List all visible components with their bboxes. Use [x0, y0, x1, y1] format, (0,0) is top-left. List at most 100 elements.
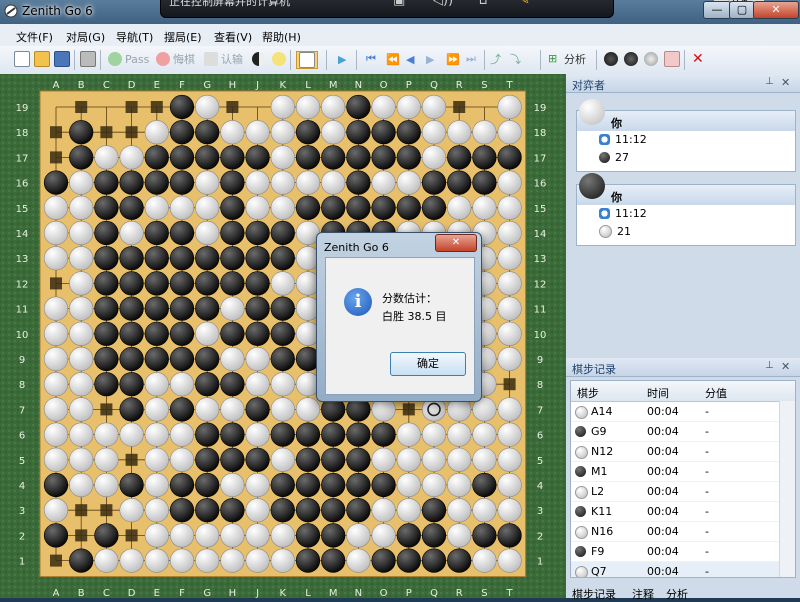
column-label: K [280, 588, 287, 598]
open-folder-icon[interactable] [34, 51, 50, 67]
ok-button[interactable]: 确定 [390, 352, 466, 376]
white-stone [69, 170, 94, 195]
row-label: 7 [19, 405, 25, 416]
branch-down-icon[interactable]: ⤵ [510, 51, 521, 67]
white-stone [245, 472, 270, 498]
fast-back-icon[interactable]: ⏪ [386, 51, 400, 67]
menu-view[interactable]: 查看(V) [214, 29, 252, 45]
move-row[interactable]: N12 00:04 - [571, 442, 795, 462]
column-label: D [128, 588, 136, 598]
row-label: 11 [534, 305, 547, 316]
score-icon[interactable] [252, 51, 266, 67]
stones-icon[interactable] [604, 51, 618, 67]
pen-icon[interactable]: ✎ [519, 0, 530, 8]
forward-icon[interactable]: ▶ [426, 51, 434, 67]
fast-forward-icon[interactable]: ⏩ [446, 51, 460, 67]
white-stone [270, 170, 295, 195]
move-row[interactable]: F9 00:04 - [571, 542, 795, 562]
black-territory-marker [100, 126, 113, 139]
col-move[interactable]: 棋步 [577, 385, 599, 401]
black-stone [321, 548, 346, 573]
maximize-button[interactable]: ▢ [729, 1, 755, 19]
white-stone [43, 346, 69, 372]
move-row[interactable]: K11 00:04 - [571, 502, 795, 522]
menu-edit[interactable]: 摆局(E) [164, 29, 202, 45]
black-stone [295, 548, 321, 573]
white-stone [295, 397, 321, 422]
black-stone [270, 321, 295, 346]
eraser-icon[interactable] [664, 51, 680, 67]
pane-close-icon[interactable]: ✕ [781, 76, 790, 89]
tab-analysis[interactable]: 分析 [666, 586, 688, 602]
menu-game[interactable]: 对局(G) [66, 29, 105, 45]
white-stone [195, 94, 220, 120]
row-label: 9 [537, 355, 543, 366]
player-time: 11:12 [615, 133, 647, 146]
delete-icon[interactable]: ✕ [692, 51, 704, 67]
menu-file[interactable]: 文件(F) [16, 29, 53, 45]
new-file-icon[interactable] [14, 51, 30, 67]
hint-icon[interactable] [272, 51, 286, 67]
menu-navigate[interactable]: 导航(T) [116, 29, 153, 45]
app-logo-icon [4, 4, 18, 18]
save-icon[interactable] [54, 51, 70, 67]
white-stone [43, 296, 69, 321]
tab-comments[interactable]: 注释 [632, 586, 654, 602]
move-row[interactable]: M1 00:04 - [571, 462, 795, 482]
dialog-close-button[interactable]: ✕ [435, 234, 477, 252]
pass-button[interactable]: Pass [108, 51, 149, 67]
print-icon[interactable] [80, 51, 96, 67]
pin-icon[interactable]: ⊥ [765, 76, 774, 87]
pass-label: Pass [125, 52, 150, 66]
move-score: - [705, 405, 709, 418]
play-icon[interactable]: ▶ [338, 51, 346, 67]
undo-button[interactable]: 悔棋 [156, 51, 195, 67]
close-button[interactable]: ✕ [753, 1, 799, 19]
tab-moves[interactable]: 棋步记录 [572, 586, 616, 602]
estimate-toggle[interactable] [296, 51, 318, 69]
stone-black-icon[interactable] [624, 51, 638, 67]
white-stone [245, 498, 270, 523]
white-stone-icon [579, 99, 605, 125]
col-score[interactable]: 分值 [705, 385, 727, 401]
move-row[interactable]: L2 00:04 - [571, 482, 795, 502]
column-label: B [78, 588, 85, 598]
moves-table[interactable]: 棋步 时间 分值 A14 00:04 - G9 00:04 - N12 00:04 - M1 00:… [570, 380, 796, 578]
first-move-icon[interactable]: ⏮ [366, 51, 376, 67]
white-stone [119, 548, 144, 573]
minimize-button[interactable]: — [703, 1, 731, 19]
branch-up-icon[interactable]: ⤴ [490, 51, 501, 67]
white-stone-icon [575, 406, 588, 419]
move-row[interactable]: Q7 00:04 - [571, 562, 795, 577]
column-label: E [154, 588, 160, 598]
row-label: 8 [537, 380, 543, 391]
black-stone [144, 170, 169, 195]
white-stone [472, 498, 497, 523]
white-stone [497, 472, 522, 498]
white-stone [497, 548, 522, 573]
menu-help[interactable]: 帮助(H) [262, 29, 301, 45]
move-row[interactable]: G9 00:04 - [571, 422, 795, 442]
col-time[interactable]: 时间 [647, 385, 669, 401]
last-move-icon[interactable]: ⏭ [466, 51, 476, 67]
black-stone [245, 145, 270, 170]
stone-gray-icon[interactable] [644, 51, 658, 67]
back-icon[interactable]: ◀ [406, 51, 414, 67]
move-row[interactable]: A14 00:04 - [571, 402, 795, 422]
resign-button[interactable]: 认输 [204, 51, 243, 67]
moves-scrollbar[interactable] [779, 401, 795, 577]
flag-icon [204, 52, 218, 66]
black-stone [69, 548, 94, 573]
black-stone [245, 397, 270, 422]
move-row[interactable]: N16 00:04 - [571, 522, 795, 542]
analysis-button[interactable]: ⊞ 分析 [548, 51, 586, 67]
column-label: C [103, 588, 110, 598]
speaker-icon[interactable]: ◁)) [433, 0, 453, 8]
white-stone [497, 422, 522, 447]
pane-close-icon[interactable]: ✕ [781, 360, 790, 373]
home-icon[interactable]: ⌂ [479, 0, 487, 8]
black-stone [119, 246, 144, 271]
pin-icon[interactable]: ⊥ [765, 360, 774, 371]
white-stone-icon [575, 446, 588, 459]
monitor-icon[interactable]: ▣ [393, 0, 405, 8]
